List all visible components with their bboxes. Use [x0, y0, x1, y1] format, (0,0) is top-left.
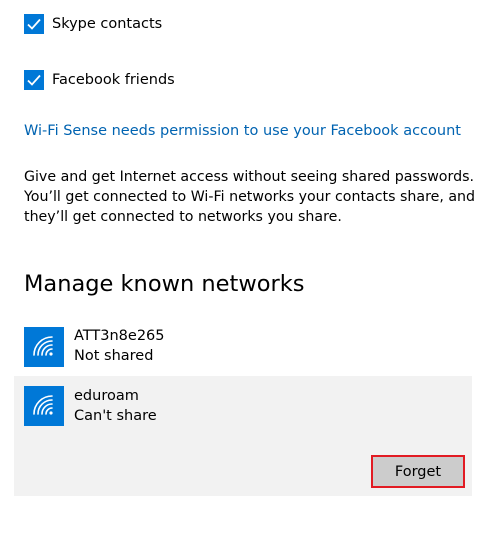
wifi-icon	[24, 327, 64, 367]
description-line: Give and get Internet access without see…	[24, 169, 474, 185]
network-name: ATT3n8e265	[74, 328, 165, 344]
forget-button-face: Forget	[374, 458, 462, 485]
wifi-sense-description: Give and get Internet access without see…	[24, 167, 484, 227]
network-share-status: Can't share	[74, 408, 157, 424]
facebook-friends-checkbox[interactable]	[24, 70, 44, 90]
network-name: eduroam	[74, 388, 139, 404]
wifi-settings-page: Skype contacts Facebook friends Wi-Fi Se…	[0, 0, 497, 540]
forget-button[interactable]: Forget	[371, 455, 465, 488]
skype-contacts-label: Skype contacts	[52, 16, 163, 32]
description-line: they’ll get connected to networks you sh…	[24, 209, 342, 225]
network-item-eduroam[interactable]: eduroam Can't share Forget	[14, 376, 472, 496]
wifi-icon	[24, 386, 64, 426]
skype-contacts-checkbox-row[interactable]: Skype contacts	[24, 14, 162, 34]
skype-contacts-checkbox[interactable]	[24, 14, 44, 34]
manage-known-networks-heading: Manage known networks	[24, 271, 305, 297]
description-line: You’ll get connected to Wi-Fi networks y…	[24, 189, 476, 205]
facebook-friends-label: Facebook friends	[52, 72, 175, 88]
checkmark-icon	[27, 18, 41, 30]
network-share-status: Not shared	[74, 348, 154, 364]
facebook-permission-link[interactable]: Wi-Fi Sense needs permission to use your…	[24, 121, 461, 141]
facebook-friends-checkbox-row[interactable]: Facebook friends	[24, 70, 175, 90]
checkmark-icon	[27, 74, 41, 86]
network-item-att3n8e265[interactable]: ATT3n8e265 Not shared	[14, 318, 472, 376]
forget-button-label: Forget	[394, 463, 442, 480]
